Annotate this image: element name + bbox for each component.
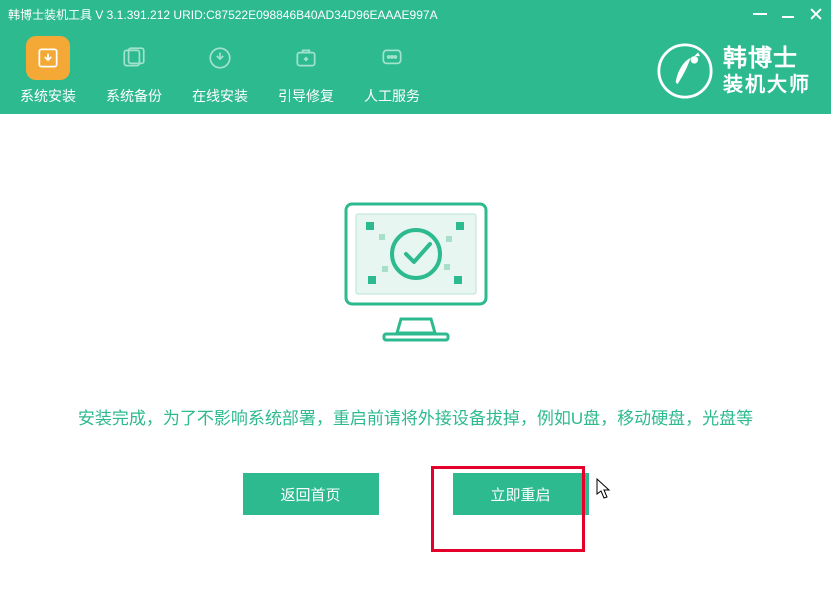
- nav-system-install[interactable]: 系统安装: [20, 36, 76, 106]
- completion-message: 安装完成，为了不影响系统部署，重启前请将外接设备拔掉，例如U盘，移动硬盘，光盘等: [78, 404, 753, 429]
- service-icon: [370, 36, 414, 80]
- backup-icon: [112, 36, 156, 80]
- nav-label: 在线安装: [192, 86, 248, 106]
- install-icon: [26, 36, 70, 80]
- nav-manual-service[interactable]: 人工服务: [364, 36, 420, 106]
- menu-icon[interactable]: [753, 7, 767, 21]
- nav-label: 引导修复: [278, 86, 334, 106]
- repair-icon: [284, 36, 328, 80]
- brand: 韩博士 装机大师: [657, 43, 811, 99]
- brand-line1: 韩博士: [723, 45, 811, 74]
- restart-now-button[interactable]: 立即重启: [453, 473, 589, 515]
- navbar: 系统安装 系统备份 在线安装 引导修复 人工服务: [0, 28, 831, 114]
- back-home-button[interactable]: 返回首页: [243, 473, 379, 515]
- nav-label: 系统备份: [106, 86, 162, 106]
- app-title: 韩博士装机工具 V 3.1.391.212 URID:C87522E098846…: [8, 6, 438, 23]
- title-bar: 韩博士装机工具 V 3.1.391.212 URID:C87522E098846…: [0, 0, 831, 28]
- success-monitor-icon: [306, 184, 526, 364]
- nav-label: 人工服务: [364, 86, 420, 106]
- minimize-icon[interactable]: [781, 7, 795, 21]
- nav-boot-repair[interactable]: 引导修复: [278, 36, 334, 106]
- online-icon: [198, 36, 242, 80]
- brand-line2: 装机大师: [723, 73, 811, 97]
- nav-label: 系统安装: [20, 86, 76, 106]
- close-icon[interactable]: [809, 7, 823, 21]
- nav-system-backup[interactable]: 系统备份: [106, 36, 162, 106]
- content-area: 安装完成，为了不影响系统部署，重启前请将外接设备拔掉，例如U盘，移动硬盘，光盘等…: [0, 114, 831, 601]
- nav-online-install[interactable]: 在线安装: [192, 36, 248, 106]
- cursor-icon: [596, 478, 612, 500]
- brand-logo-icon: [657, 43, 713, 99]
